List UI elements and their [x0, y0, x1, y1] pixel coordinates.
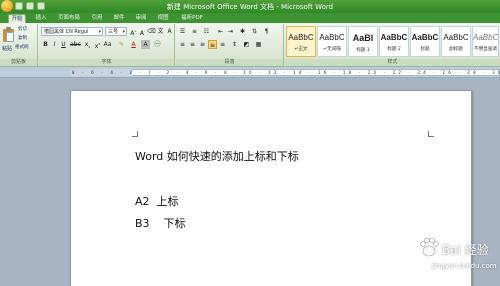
horizontal-ruler[interactable]: 8 · 6 · 4 · 2 · | · 2 · 4 · 6 · 8 · 10 ·…	[0, 67, 500, 78]
tab-review[interactable]: 审阅	[134, 14, 148, 23]
document-line[interactable]: B3 下标	[135, 215, 186, 231]
shrink-font-icon[interactable]: A-	[138, 27, 147, 37]
align-right-icon[interactable]: ≡	[198, 40, 207, 49]
clipboard-group-label: 剪贴板	[0, 59, 37, 66]
borders-icon[interactable]: ▦	[254, 40, 263, 49]
increase-indent-icon[interactable]: ⇥	[226, 27, 235, 36]
italic-icon[interactable]: I	[50, 40, 59, 49]
font-color-icon[interactable]: A	[129, 40, 138, 49]
decrease-indent-icon[interactable]: ⇤	[216, 27, 225, 36]
clear-format-icon[interactable]: ⌫	[147, 27, 156, 36]
tab-insert[interactable]: 插入	[34, 14, 48, 23]
margin-corner-top-left	[132, 131, 138, 137]
shading-icon[interactable]: ◩	[242, 40, 251, 49]
document-page[interactable]: Word 如何快速的添加上标和下标 A2 上标 B3 下标	[70, 90, 472, 286]
watermark-text: Bai 经验	[442, 243, 489, 257]
grow-font-icon[interactable]: A+	[129, 27, 138, 37]
phonetic-guide-icon[interactable]: 文	[156, 27, 165, 36]
paste-button[interactable]	[2, 27, 16, 43]
style-sample: AaBl	[352, 33, 374, 43]
cut-button[interactable]: 剪切	[17, 25, 28, 34]
style-name: 标题 2	[387, 47, 401, 52]
style-sample: AaBbC	[319, 33, 345, 42]
tab-foxit-pdf[interactable]: 福昕PDF	[178, 14, 206, 23]
style-no-spacing[interactable]: AaBbC ↵无间隔	[317, 26, 347, 57]
ribbon-tabs: 开始 插入 页面布局 引用 邮件 审阅 视图 福昕PDF	[0, 13, 500, 23]
window-title: 新建 Microsoft Office Word 文档 - Microsoft …	[166, 3, 334, 11]
style-name: ↵无间隔	[323, 47, 341, 52]
font-size-select[interactable]: 三号	[105, 27, 127, 36]
styles-group-label: 样式	[285, 59, 500, 66]
paw-logo-icon	[420, 237, 439, 257]
char-border-icon[interactable]: A	[165, 27, 174, 36]
style-normal[interactable]: AaBbC ↵正文	[286, 26, 316, 57]
bullets-icon[interactable]: ☰	[178, 27, 187, 36]
superscript-icon[interactable]: x2	[93, 40, 102, 50]
style-heading-2[interactable]: AaBbC 标题 2	[379, 26, 409, 57]
align-left-icon[interactable]: ≡	[178, 40, 187, 49]
margin-corner-top-right	[428, 131, 434, 137]
style-heading-1[interactable]: AaBl 标题 1	[348, 26, 378, 57]
tab-references[interactable]: 引用	[90, 14, 104, 23]
style-name: ↵正文	[294, 47, 308, 52]
numbering-icon[interactable]: ≡	[190, 27, 199, 36]
document-line[interactable]: Word 如何快速的添加上标和下标	[135, 148, 299, 164]
sort-icon[interactable]: ⇅	[250, 27, 259, 36]
ruler-numbers: 8 · 6 · 4 · 2 · | · 2 · 4 · 6 · 8 · 10 ·…	[72, 70, 500, 75]
change-case-icon[interactable]: Aa	[103, 40, 112, 49]
font-group-label: 字体	[39, 59, 174, 66]
char-shading-icon[interactable]: A	[141, 40, 150, 49]
paragraph-group: ☰ ≡ ☷ ⇤ ⇥ ✱ ⇅ ¶ ≡ ≡ ≡ ≡ ≡ ↕ ◩ ▦ 段落	[176, 24, 284, 66]
line-spacing-icon[interactable]: ↕	[230, 40, 239, 49]
font-group: 楷园黑体 CN Regul 三号 A+ A- ⌫ 文 A B I U abc x…	[39, 24, 175, 66]
title-bar: 新建 Microsoft Office Word 文档 - Microsoft …	[0, 0, 500, 13]
style-sample: AaBbC	[380, 33, 408, 42]
style-sample: AaBbC	[443, 33, 469, 42]
watermark-url: jingyan.baidu.com	[432, 262, 497, 270]
style-name: 标题	[420, 47, 430, 52]
tab-mailings[interactable]: 邮件	[112, 14, 126, 23]
tab-view[interactable]: 视图	[156, 14, 170, 23]
paste-label[interactable]: 粘贴	[1, 45, 13, 54]
font-name-select[interactable]: 楷园黑体 CN Regul	[41, 27, 103, 36]
baidu-jingyan-watermark: Bai 经验 jingyan.baidu.com	[418, 236, 498, 282]
multilevel-list-icon[interactable]: ☷	[202, 27, 211, 36]
bold-icon[interactable]: B	[41, 40, 50, 49]
document-line[interactable]: A2 上标	[135, 193, 179, 209]
highlight-icon[interactable]: ✎	[117, 40, 126, 49]
align-center-icon[interactable]: ≡	[188, 40, 197, 49]
style-sample: AaBbC	[473, 33, 498, 42]
tab-home[interactable]: 开始	[8, 14, 26, 23]
style-subtitle[interactable]: AaBbC 副标题	[441, 26, 471, 57]
format-painter-button[interactable]: 格式刷	[14, 43, 30, 52]
enclose-char-icon[interactable]: ㊀	[153, 40, 162, 49]
subscript-icon[interactable]: x2	[83, 40, 92, 49]
style-name: 标题 1	[356, 48, 370, 53]
chinese-layout-icon[interactable]: ✱	[238, 27, 247, 36]
style-sample: AaBbC	[288, 33, 314, 42]
paragraph-group-label: 段落	[176, 59, 283, 66]
style-subtle-emphasis[interactable]: AaBbC 不明显强调	[472, 26, 499, 57]
copy-button[interactable]: 复制	[17, 34, 28, 43]
styles-group: AaBbC ↵正文 AaBbC ↵无间隔 AaBl 标题 1 AaBbC 标题 …	[285, 24, 500, 66]
tab-page-layout[interactable]: 页面布局	[56, 14, 82, 23]
clipboard-group: 粘贴 剪切 复制 格式刷 剪贴板	[0, 24, 38, 66]
underline-icon[interactable]: U	[59, 40, 68, 49]
style-name: 副标题	[449, 47, 463, 52]
ribbon: 粘贴 剪切 复制 格式刷 剪贴板 楷园黑体 CN Regul 三号 A+ A- …	[0, 23, 500, 67]
style-title[interactable]: AaBbC 标题	[410, 26, 440, 57]
style-name: 不明显强调	[474, 47, 497, 52]
justify-icon[interactable]: ≡	[208, 40, 217, 49]
distribute-icon[interactable]: ≡	[218, 40, 227, 49]
strikethrough-icon[interactable]: abc	[70, 40, 81, 49]
show-marks-icon[interactable]: ¶	[262, 27, 271, 36]
style-sample: AaBbC	[411, 33, 439, 42]
